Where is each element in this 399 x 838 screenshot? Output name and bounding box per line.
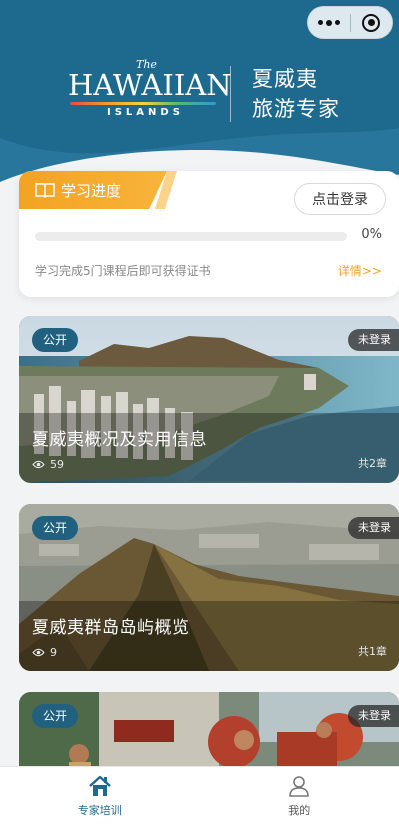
progress-tag: 学习进度 [19, 171, 167, 209]
course-card[interactable]: 公开 未登录 夏威夷群岛岛屿概览 9 共1章 [19, 504, 399, 671]
logo-divider [230, 66, 231, 122]
login-status-badge: 未登录 [348, 517, 399, 539]
tab-expert-training[interactable]: 专家培训 [0, 767, 200, 838]
progress-tag-label: 学习进度 [61, 181, 122, 200]
header-title-line1: 夏威夷 [252, 67, 318, 91]
progress-bar [35, 232, 347, 241]
course-title: 夏威夷概况及实用信息 [32, 430, 207, 450]
header-title-line2: 旅游专家 [252, 97, 340, 121]
view-count-value: 9 [50, 646, 57, 659]
target-close-icon[interactable] [350, 7, 392, 38]
logo-rainbow-stripe [70, 102, 216, 105]
eye-icon [32, 648, 45, 657]
chapter-count: 共2章 [358, 457, 387, 470]
view-count: 9 [32, 646, 57, 659]
tab-mine[interactable]: 我的 [200, 767, 399, 838]
login-button[interactable]: 点击登录 [294, 183, 386, 215]
login-status-badge: 未登录 [348, 329, 399, 351]
course-title: 夏威夷群岛岛屿概览 [32, 618, 190, 638]
tab-label: 我的 [288, 804, 311, 817]
details-link[interactable]: 详情>> [338, 262, 382, 279]
course-card[interactable]: 公开 未登录 夏威夷概况及实用信息 59 共2章 [19, 316, 399, 483]
chapter-count: 共1章 [358, 645, 387, 658]
hawaiian-islands-logo: The HAWAIIAN ISLANDS [68, 58, 232, 128]
public-badge: 公开 [32, 704, 79, 728]
view-count-value: 59 [50, 458, 64, 471]
book-icon [35, 183, 55, 198]
house-icon [88, 775, 111, 796]
eye-icon [32, 460, 45, 469]
logo-main-text: HAWAIIAN [68, 68, 232, 102]
view-count: 59 [32, 458, 64, 471]
public-badge: 公开 [32, 516, 79, 540]
progress-percent: 0% [361, 227, 382, 242]
tab-label: 专家培训 [77, 804, 122, 817]
mini-program-capsule [307, 6, 393, 39]
public-badge: 公开 [32, 328, 79, 352]
bottom-tab-bar: 专家培训 我的 [0, 766, 399, 838]
certificate-note: 学习完成5门课程后即可获得证书 [35, 264, 211, 278]
learning-progress-card: 学习进度 点击登录 0% 学习完成5门课程后即可获得证书 详情>> [19, 171, 399, 297]
login-status-badge: 未登录 [348, 705, 399, 727]
more-dots-icon[interactable] [308, 7, 350, 38]
logo-islands-text: ISLANDS [107, 107, 184, 118]
person-icon [289, 776, 310, 797]
header-title: 夏威夷 旅游专家 [252, 64, 340, 124]
